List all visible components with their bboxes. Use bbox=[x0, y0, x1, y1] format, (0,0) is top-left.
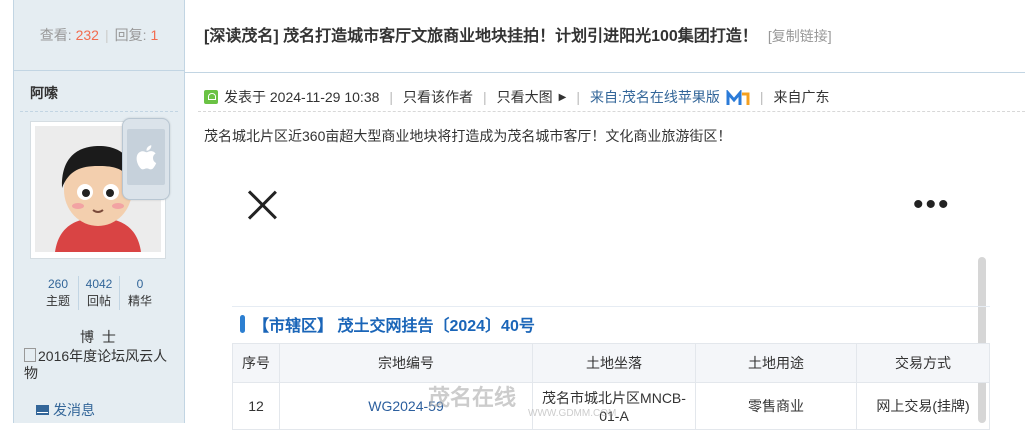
table-cell: 零售商业 bbox=[695, 382, 857, 430]
more-options-icon: ••• bbox=[913, 188, 951, 221]
play-arrow-icon: ▶ bbox=[558, 91, 567, 103]
send-message-link[interactable]: 发消息 bbox=[36, 400, 95, 420]
author-sidebar: 查看: 232 | 回复: 1 阿嗦 260 主题 4042 回帖 0 精华 博… bbox=[13, 0, 185, 423]
user-stat-threads[interactable]: 260 主题 bbox=[38, 276, 78, 310]
broken-image-icon bbox=[24, 348, 36, 362]
threads-label: 主题 bbox=[45, 294, 70, 308]
online-status-icon bbox=[204, 90, 218, 104]
user-rank: 博 士 bbox=[80, 329, 118, 345]
medal-alt-text: 2016年度论坛风云人物 bbox=[24, 348, 168, 381]
post-time: 发表于 2024-11-29 10:38 bbox=[224, 89, 380, 105]
land-notice-header: 【市辖区】 茂土交网挂告〔2024〕40号 bbox=[232, 306, 990, 341]
thread-stats: 查看: 232 | 回复: 1 bbox=[14, 0, 184, 71]
threads-count: 260 bbox=[47, 277, 69, 291]
author-divider bbox=[20, 111, 178, 112]
views-label: 查看: bbox=[39, 27, 72, 43]
thread-title: [深读茂名] 茂名打造城市客厅文旅商业地块挂拍！计划引进阳光100集团打造！ [复… bbox=[204, 22, 832, 46]
col-header: 序号 bbox=[232, 343, 280, 383]
apple-device-icon bbox=[122, 118, 170, 200]
table-cell: 网上交易(挂牌) bbox=[856, 382, 990, 430]
post-meta: 发表于 2024-11-29 10:38 | 只看该作者 | 只看大图 ▶ | … bbox=[204, 87, 830, 107]
views-count: 232 bbox=[75, 27, 99, 43]
digest-label: 精华 bbox=[127, 294, 152, 308]
location-text: 来自广东 bbox=[773, 89, 830, 105]
copy-link-button[interactable]: [复制链接] bbox=[768, 28, 832, 44]
accent-bar bbox=[240, 315, 245, 333]
close-icon bbox=[245, 188, 279, 222]
user-stat-posts[interactable]: 4042 回帖 bbox=[78, 276, 119, 310]
medal-broken-image: 2016年度论坛风云人物 bbox=[24, 348, 174, 382]
table-header-row: 序号 宗地编号 土地坐落 土地用途 交易方式 bbox=[232, 343, 990, 383]
app-logo-icon bbox=[726, 88, 750, 105]
col-header: 土地用途 bbox=[695, 343, 857, 383]
large-image-link[interactable]: 只看大图 bbox=[497, 87, 553, 107]
table-cell: 12 bbox=[232, 382, 280, 430]
replies-count: 1 bbox=[150, 27, 159, 43]
source-link[interactable]: 来自:茂名在线苹果版 bbox=[590, 87, 720, 107]
user-stat-digest[interactable]: 0 精华 bbox=[119, 276, 160, 310]
digest-count: 0 bbox=[136, 277, 144, 291]
stats-divider: | bbox=[104, 27, 109, 43]
author-name[interactable]: 阿嗦 bbox=[14, 71, 184, 103]
col-header: 交易方式 bbox=[856, 343, 990, 383]
watermark-url: WWW.GDMM.COM bbox=[528, 408, 617, 419]
col-header: 宗地编号 bbox=[279, 343, 533, 383]
post-body: 茂名城北片区近360亩超大型商业地块将打造成为茂名城市客厅！文化商业旅游街区！ bbox=[204, 128, 732, 144]
posts-count: 4042 bbox=[85, 277, 113, 291]
user-stats: 260 主题 4042 回帖 0 精华 bbox=[14, 276, 184, 310]
replies-label: 回复: bbox=[114, 27, 147, 43]
send-message-label: 发消息 bbox=[53, 402, 95, 418]
meta-divider bbox=[198, 111, 1025, 112]
land-notice-title: 【市辖区】 茂土交网挂告〔2024〕40号 bbox=[253, 318, 535, 335]
posts-label: 回帖 bbox=[86, 294, 111, 308]
watermark-text: 茂名在线 bbox=[428, 385, 517, 410]
envelope-icon bbox=[36, 405, 49, 415]
watermark: 茂名在线 WWW.GDMM.COM bbox=[428, 380, 616, 419]
title-divider bbox=[184, 72, 1025, 73]
col-header: 土地坐落 bbox=[532, 343, 696, 383]
thread-title-text: [深读茂名] 茂名打造城市客厅文旅商业地块挂拍！计划引进阳光100集团打造！ bbox=[204, 28, 758, 45]
only-author-link[interactable]: 只看该作者 bbox=[403, 87, 473, 107]
